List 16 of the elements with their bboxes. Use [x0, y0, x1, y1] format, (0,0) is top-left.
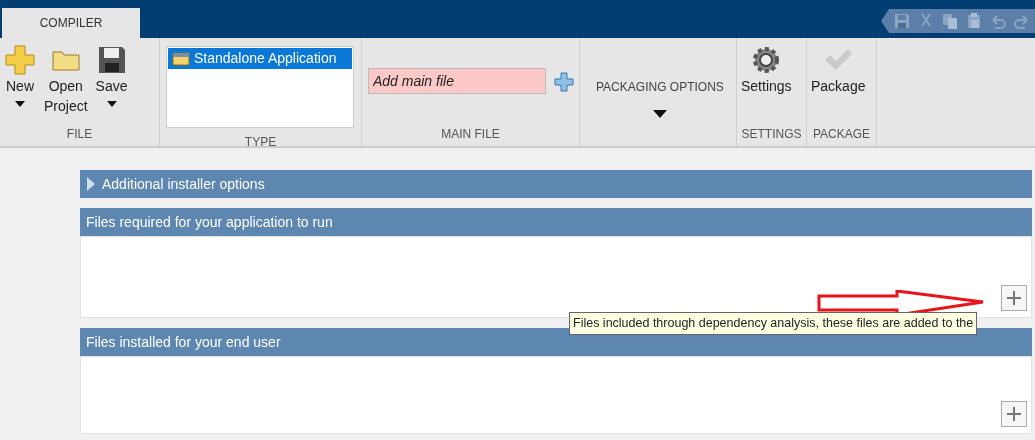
- group-label: FILE: [65, 126, 94, 143]
- save-button[interactable]: Save: [91, 42, 132, 112]
- tooltip: Files included through dependency analysis, these files are added to the: [569, 312, 978, 335]
- ribbon-tab[interactable]: COMPILER: [2, 8, 140, 38]
- type-item[interactable]: Standalone Application: [168, 48, 352, 69]
- settings-button[interactable]: Settings: [737, 42, 796, 98]
- group-label: SETTINGS: [740, 126, 803, 143]
- open-button[interactable]: Open Project: [40, 42, 92, 118]
- group-label: MAIN FILE: [440, 126, 501, 143]
- new-button[interactable]: New: [0, 42, 40, 112]
- section-header[interactable]: Files required for your application to run: [80, 208, 1032, 236]
- packaging-options-button[interactable]: PACKAGING OPTIONS: [580, 42, 740, 118]
- group-label: PACKAGE: [811, 126, 872, 143]
- section-header[interactable]: Additional installer options: [80, 170, 1032, 198]
- group-label: TYPE: [243, 134, 278, 151]
- main-file-field[interactable]: Add main file: [368, 68, 546, 94]
